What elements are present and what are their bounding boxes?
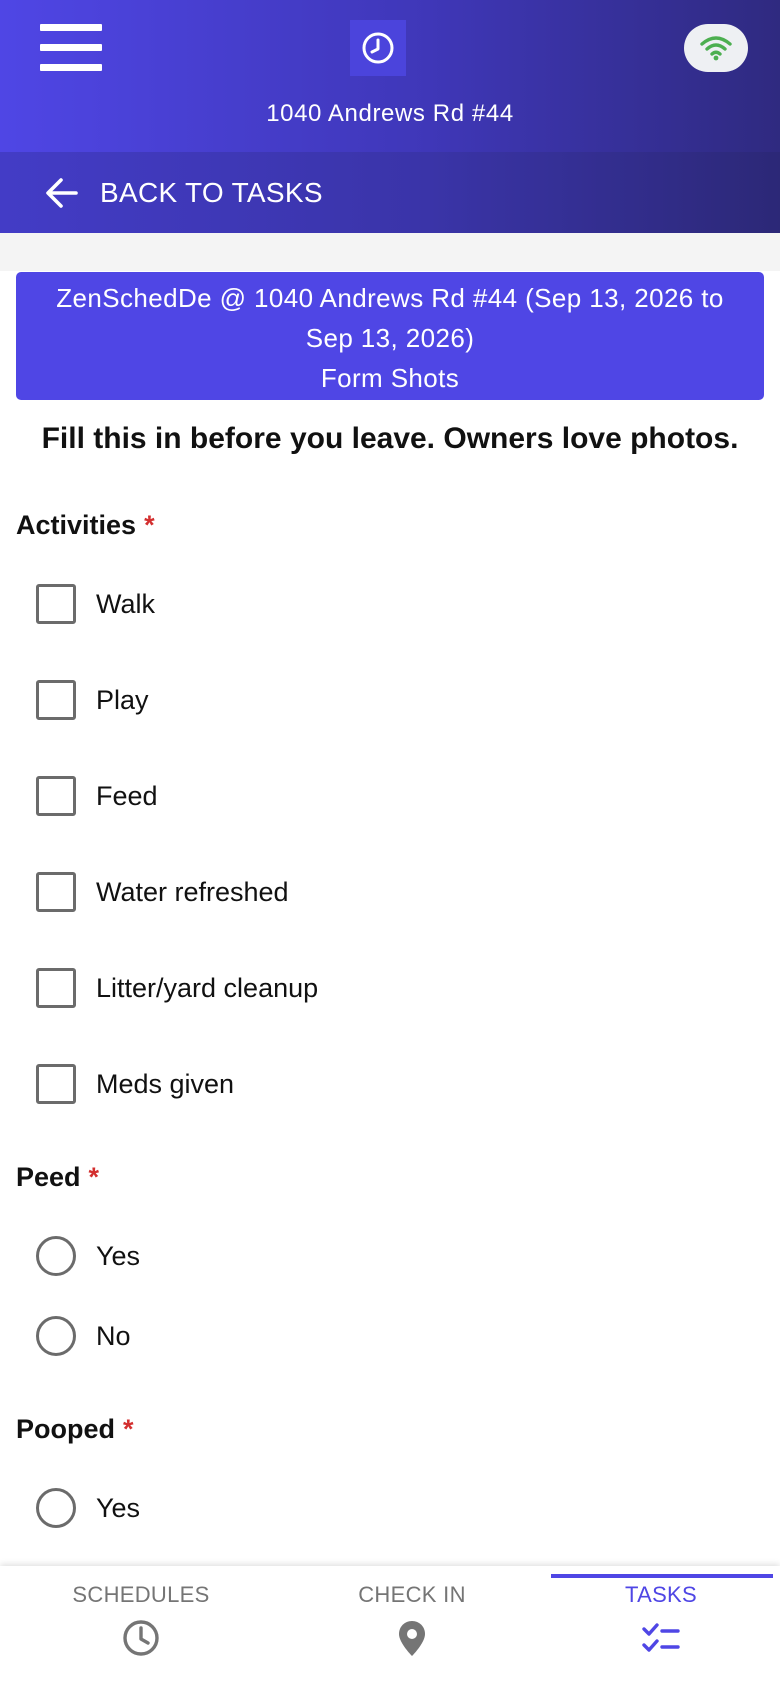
option-label: Yes xyxy=(96,1240,141,1271)
form-instructions: Fill this in before you leave. Owners lo… xyxy=(41,422,739,455)
banner-title: ZenSchedDe @ 1040 Andrews Rd #44 (Sep 13… xyxy=(56,283,724,353)
checkbox[interactable] xyxy=(36,776,76,816)
clock-icon xyxy=(123,1620,159,1656)
option-label: Play xyxy=(96,684,149,715)
clock-icon xyxy=(350,20,406,76)
tab-label: SCHEDULES xyxy=(72,1582,210,1607)
option-label: No xyxy=(96,1320,131,1351)
checkbox[interactable] xyxy=(36,680,76,720)
tab-label: CHECK IN xyxy=(358,1582,466,1607)
back-label: BACK TO TASKS xyxy=(100,177,323,208)
task-checklist-icon xyxy=(642,1623,680,1652)
banner-subtitle: Form Shots xyxy=(320,363,460,393)
option-label: Meds given xyxy=(96,1068,235,1099)
radio-button[interactable] xyxy=(36,1488,76,1528)
required-mark: * xyxy=(123,1414,134,1444)
option-label: Yes xyxy=(96,1492,141,1523)
app-header: 1040 Andrews Rd #44 BACK TO TASKS xyxy=(0,0,780,233)
location-pin-icon xyxy=(399,1621,425,1656)
bottom-navigation: SCHEDULES CHECK IN TASKS xyxy=(0,1566,780,1688)
option-label: Feed xyxy=(96,780,158,811)
required-mark: * xyxy=(88,1162,100,1192)
pooped-option-yes[interactable]: Yes xyxy=(36,1486,140,1530)
header-address: 1040 Andrews Rd #44 xyxy=(266,100,514,127)
activity-option-feed[interactable]: Feed xyxy=(36,774,158,818)
top-bar: 1040 Andrews Rd #44 xyxy=(0,0,780,152)
tab-label: TASKS xyxy=(624,1582,697,1607)
option-label: Litter/yard cleanup xyxy=(96,972,319,1003)
activities-label: Activities * xyxy=(16,510,155,540)
required-mark: * xyxy=(144,510,155,540)
content-divider xyxy=(0,233,780,271)
activity-option-meds-given[interactable]: Meds given xyxy=(36,1062,234,1106)
tab-schedules[interactable]: SCHEDULES xyxy=(41,1566,241,1688)
peed-option-no[interactable]: No xyxy=(36,1314,131,1358)
pooped-label: Pooped * xyxy=(16,1414,134,1444)
tab-check-in[interactable]: CHECK IN xyxy=(312,1566,512,1688)
activity-option-water-refreshed[interactable]: Water refreshed xyxy=(36,870,289,914)
radio-button[interactable] xyxy=(36,1316,76,1356)
app-root: 1040 Andrews Rd #44 BACK TO TASKS ZenSch… xyxy=(0,0,780,1688)
activity-option-play[interactable]: Play xyxy=(36,678,149,722)
wifi-icon xyxy=(700,36,732,61)
schedule-banner: ZenSchedDe @ 1040 Andrews Rd #44 (Sep 13… xyxy=(16,272,764,400)
back-to-tasks-button[interactable]: BACK TO TASKS xyxy=(44,170,323,216)
checkbox[interactable] xyxy=(36,584,76,624)
activity-option-walk[interactable]: Walk xyxy=(36,582,155,626)
peed-label: Peed * xyxy=(16,1162,100,1192)
option-label: Walk xyxy=(96,588,155,619)
activity-option-litter-yard-cleanup[interactable]: Litter/yard cleanup xyxy=(36,966,318,1010)
checkbox[interactable] xyxy=(36,872,76,912)
option-label: Water refreshed xyxy=(96,876,289,907)
back-bar: BACK TO TASKS xyxy=(0,152,780,233)
checkbox[interactable] xyxy=(36,1064,76,1104)
arrow-left-icon xyxy=(46,178,78,208)
connection-status-badge[interactable] xyxy=(684,24,748,72)
peed-option-yes[interactable]: Yes xyxy=(36,1234,140,1278)
radio-button[interactable] xyxy=(36,1236,76,1276)
hamburger-menu-icon[interactable] xyxy=(40,24,108,71)
tab-tasks[interactable]: TASKS xyxy=(561,1566,761,1688)
checkbox[interactable] xyxy=(36,968,76,1008)
